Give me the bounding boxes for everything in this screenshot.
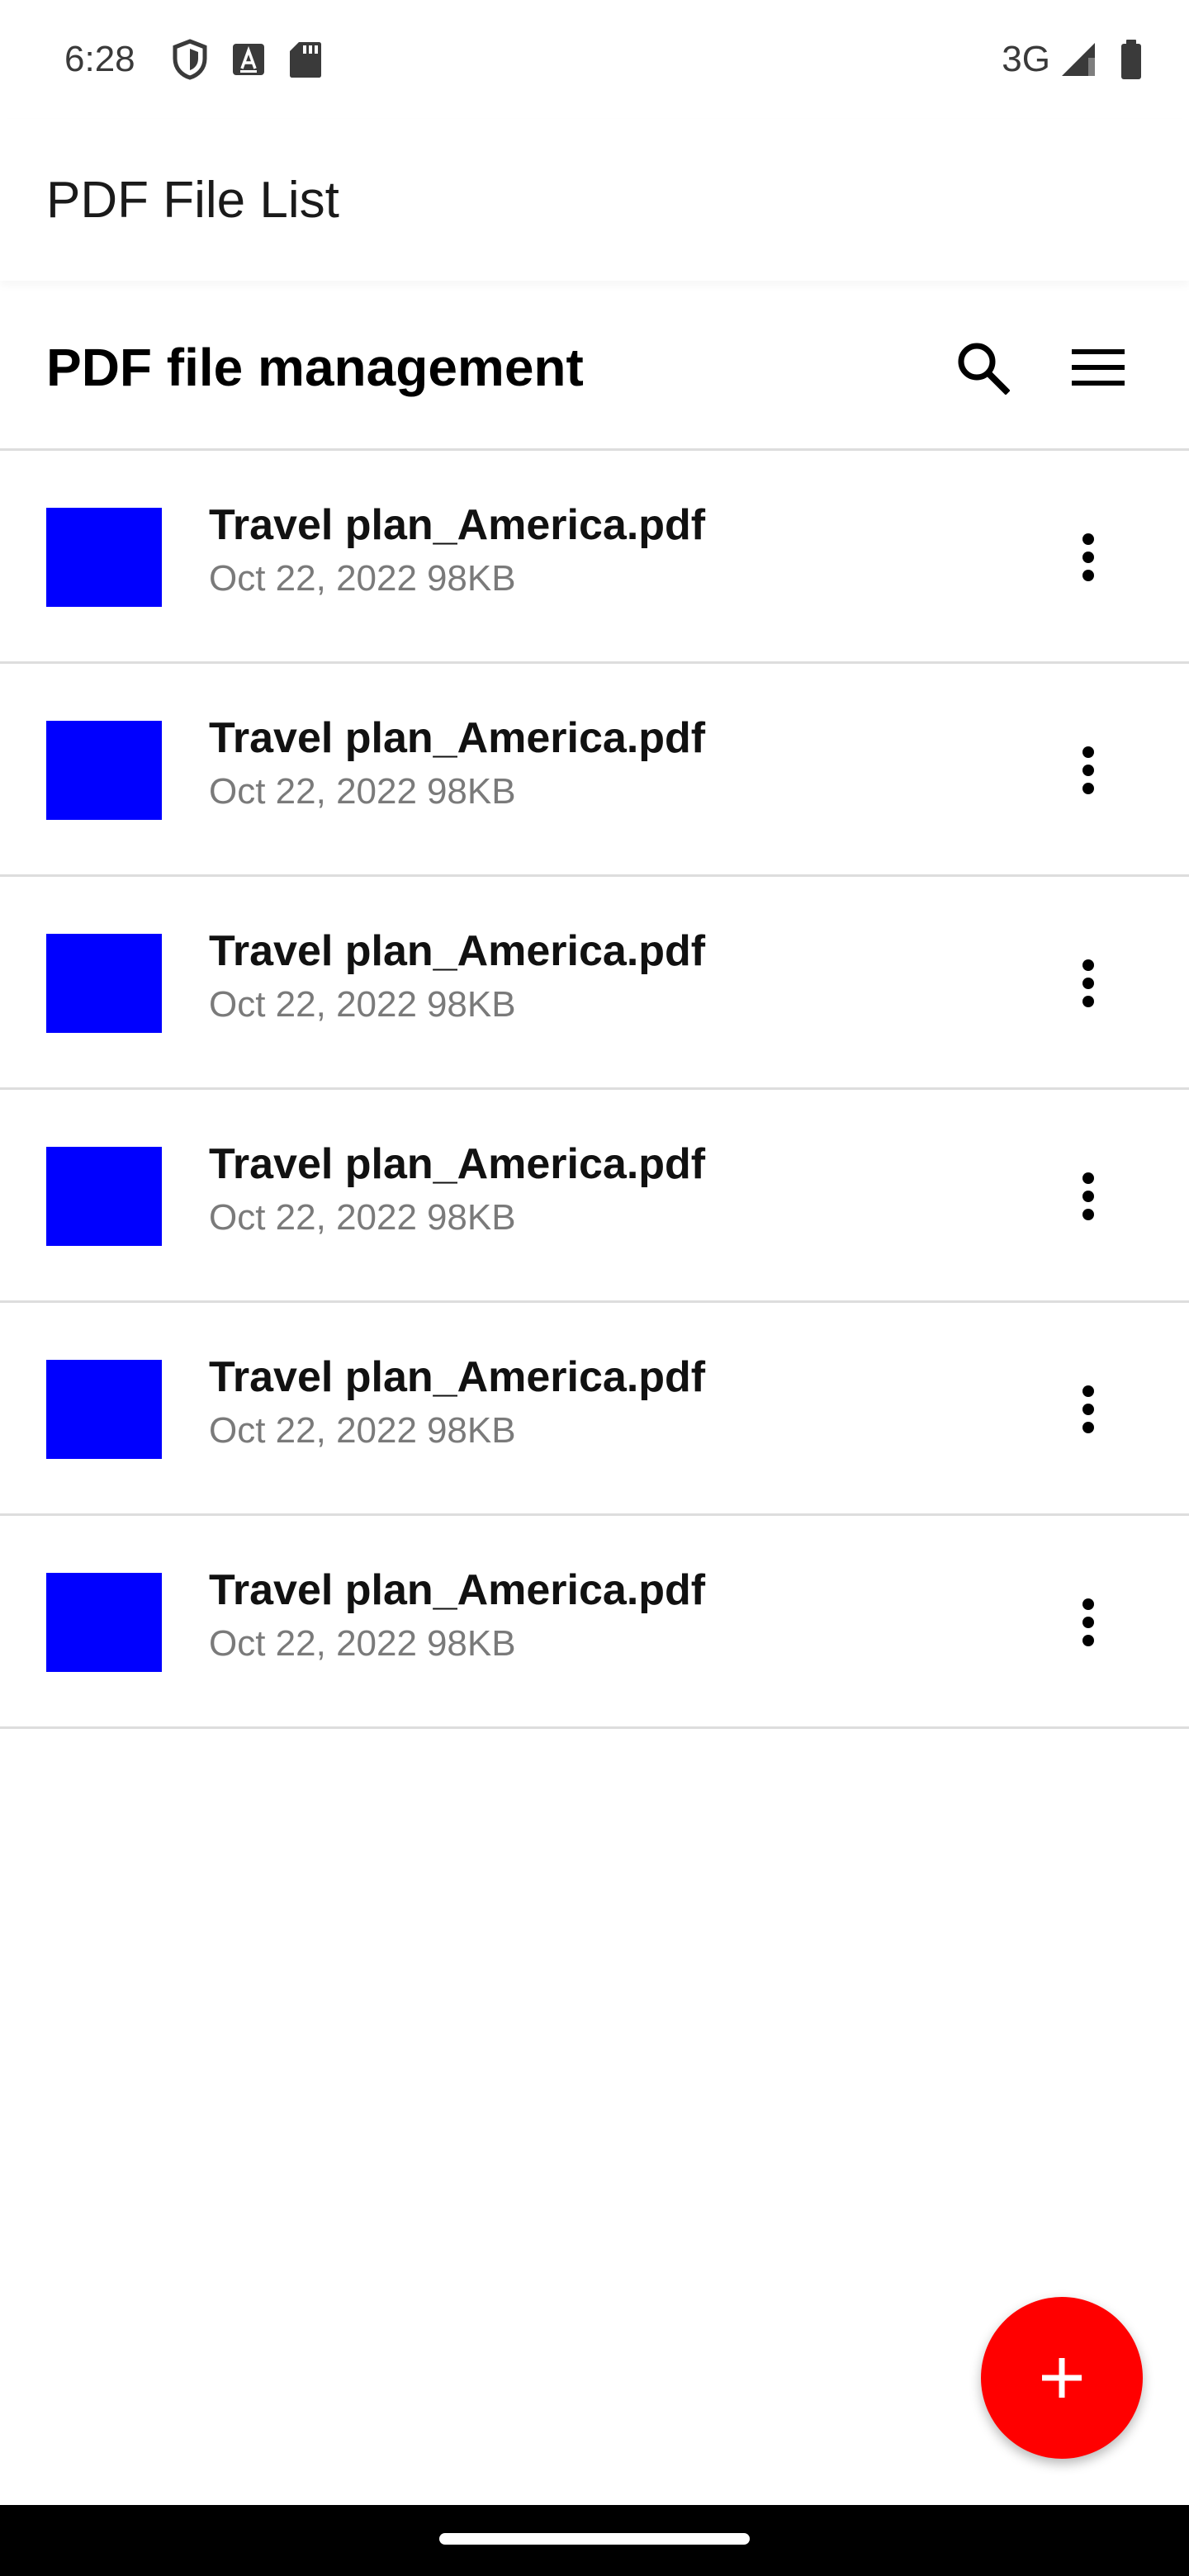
home-gesture-handle[interactable] [439, 2533, 750, 2545]
section-title: PDF file management [46, 337, 584, 397]
file-name: Travel plan_America.pdf [209, 927, 706, 975]
more-vert-icon [1082, 959, 1094, 1007]
file-name: Travel plan_America.pdf [209, 1353, 706, 1401]
plus-icon [1042, 2358, 1082, 2398]
file-info: Travel plan_America.pdf Oct 22, 2022 98KB [209, 499, 705, 601]
file-date: Oct 22, 2022 [209, 1623, 417, 1664]
file-info: Travel plan_America.pdf Oct 22, 2022 98KB [209, 1351, 705, 1453]
file-size: 98KB [426, 1197, 516, 1238]
network-type: 3G [1002, 39, 1050, 79]
more-vert-icon [1082, 1385, 1094, 1433]
pdf-file-list-screen: 6:28 3G PDF File List PDF file managemen… [0, 0, 1189, 2576]
file-name: Travel plan_America.pdf [209, 714, 706, 762]
more-vert-icon [1082, 533, 1094, 581]
file-thumbnail [46, 1573, 162, 1672]
file-meta: Oct 22, 2022 98KB [209, 983, 705, 1027]
file-date: Oct 22, 2022 [209, 558, 417, 599]
file-list: Travel plan_America.pdf Oct 22, 2022 98KB… [0, 451, 1189, 1729]
sd-card-icon [289, 40, 322, 78]
file-size: 98KB [426, 771, 516, 812]
file-size: 98KB [426, 1623, 516, 1664]
section-header: PDF file management [0, 286, 1189, 451]
file-row[interactable]: Travel plan_America.pdf Oct 22, 2022 98KB [0, 664, 1189, 877]
keyboard-a-icon [231, 42, 266, 77]
more-options-button[interactable] [1047, 1155, 1130, 1238]
more-vert-icon [1082, 1598, 1094, 1646]
file-size: 98KB [426, 984, 516, 1025]
file-row[interactable]: Travel plan_America.pdf Oct 22, 2022 98KB [0, 877, 1189, 1090]
battery-icon [1120, 39, 1143, 80]
more-options-button[interactable] [1047, 729, 1130, 812]
file-meta: Oct 22, 2022 98KB [209, 769, 705, 814]
status-time: 6:28 [64, 39, 135, 79]
file-meta: Oct 22, 2022 98KB [209, 1622, 705, 1666]
navigation-bar [0, 2505, 1189, 2576]
more-options-button[interactable] [1047, 516, 1130, 599]
file-size: 98KB [426, 558, 516, 599]
file-name: Travel plan_America.pdf [209, 501, 706, 549]
shield-icon [172, 39, 208, 80]
status-bar: 6:28 3G [0, 0, 1189, 119]
file-info: Travel plan_America.pdf Oct 22, 2022 98KB [209, 1564, 705, 1666]
file-thumbnail [46, 1360, 162, 1459]
menu-icon [1072, 348, 1125, 386]
signal-icon [1060, 41, 1097, 78]
status-right: 3G [1002, 39, 1143, 80]
more-options-button[interactable] [1047, 942, 1130, 1025]
file-date: Oct 22, 2022 [209, 1197, 417, 1238]
app-title: PDF File List [46, 171, 339, 229]
more-options-button[interactable] [1047, 1581, 1130, 1664]
file-row[interactable]: Travel plan_America.pdf Oct 22, 2022 98KB [0, 451, 1189, 664]
search-icon [958, 343, 1010, 395]
file-date: Oct 22, 2022 [209, 1410, 417, 1451]
menu-button[interactable] [1057, 326, 1139, 409]
file-thumbnail [46, 721, 162, 820]
file-row[interactable]: Travel plan_America.pdf Oct 22, 2022 98KB [0, 1303, 1189, 1516]
file-date: Oct 22, 2022 [209, 771, 417, 812]
file-meta: Oct 22, 2022 98KB [209, 1196, 705, 1240]
file-thumbnail [46, 508, 162, 607]
file-thumbnail [46, 1147, 162, 1246]
file-row[interactable]: Travel plan_America.pdf Oct 22, 2022 98KB [0, 1090, 1189, 1303]
file-date: Oct 22, 2022 [209, 984, 417, 1025]
file-thumbnail [46, 934, 162, 1033]
app-bar: PDF File List [0, 119, 1189, 281]
file-name: Travel plan_America.pdf [209, 1566, 706, 1614]
more-options-button[interactable] [1047, 1368, 1130, 1451]
file-info: Travel plan_America.pdf Oct 22, 2022 98KB [209, 712, 705, 814]
file-size: 98KB [426, 1410, 516, 1451]
file-info: Travel plan_America.pdf Oct 22, 2022 98KB [209, 1138, 705, 1240]
file-name: Travel plan_America.pdf [209, 1140, 706, 1188]
more-vert-icon [1082, 746, 1094, 794]
file-meta: Oct 22, 2022 98KB [209, 556, 705, 601]
status-left: 6:28 [64, 39, 345, 80]
more-vert-icon [1082, 1172, 1094, 1220]
header-actions [941, 326, 1189, 409]
file-row[interactable]: Travel plan_America.pdf Oct 22, 2022 98KB [0, 1516, 1189, 1729]
search-button[interactable] [941, 326, 1024, 409]
file-meta: Oct 22, 2022 98KB [209, 1409, 705, 1453]
file-info: Travel plan_America.pdf Oct 22, 2022 98KB [209, 925, 705, 1027]
add-file-button[interactable] [981, 2297, 1143, 2459]
